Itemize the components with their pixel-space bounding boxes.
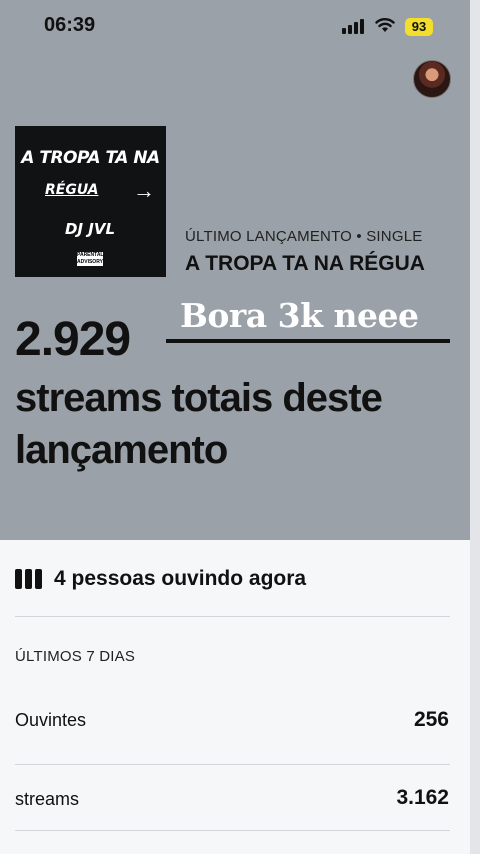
period-label: ÚLTIMOS 7 DIAS [15, 648, 136, 665]
divider [15, 764, 450, 765]
overlay-caption: Bora 3k neee [180, 296, 419, 335]
stats-panel: 4 pessoas ouvindo agora ÚLTIMOS 7 DIAS O… [0, 540, 470, 854]
streams-description: streams totais deste lançamento [15, 376, 383, 472]
status-bar: 06:39 93 [0, 0, 470, 50]
screen-edge [470, 0, 480, 854]
overlay-underline [166, 339, 450, 343]
divider [15, 830, 450, 831]
live-bars-icon [15, 569, 43, 589]
parental-advisory-icon: PARENTAL ADVISORY [77, 252, 104, 266]
avatar[interactable] [413, 60, 451, 98]
cellular-signal-icon [342, 18, 364, 34]
status-time: 06:39 [44, 14, 96, 36]
live-listeners-text: 4 pessoas ouvindo agora [54, 567, 307, 590]
battery-indicator: 93 [405, 18, 433, 36]
total-streams: 2.929 [15, 313, 131, 366]
listeners-label: Ouvintes [15, 710, 87, 730]
cover-text-line3: DJ JVL [65, 220, 116, 238]
divider [15, 616, 450, 617]
release-cover[interactable]: A TROPA TA NA RÉGUA → DJ JVL PARENTAL ADV… [15, 126, 166, 277]
wifi-icon [375, 18, 395, 32]
release-title[interactable]: A TROPA TA NA RÉGUA [185, 252, 425, 276]
release-label: ÚLTIMO LANÇAMENTO • SINGLE [185, 228, 423, 245]
cover-text-line1: A TROPA TA NA [21, 148, 160, 168]
listeners-value: 256 [413, 708, 449, 731]
streams-label: streams [15, 789, 80, 809]
cover-text-line2: RÉGUA [45, 182, 99, 198]
cover-arrow-icon: → [133, 178, 155, 203]
screen: 06:39 93 A TROPA TA NA RÉGUA → DJ JVL PA… [0, 0, 470, 854]
streams-value: 3.162 [396, 786, 449, 809]
